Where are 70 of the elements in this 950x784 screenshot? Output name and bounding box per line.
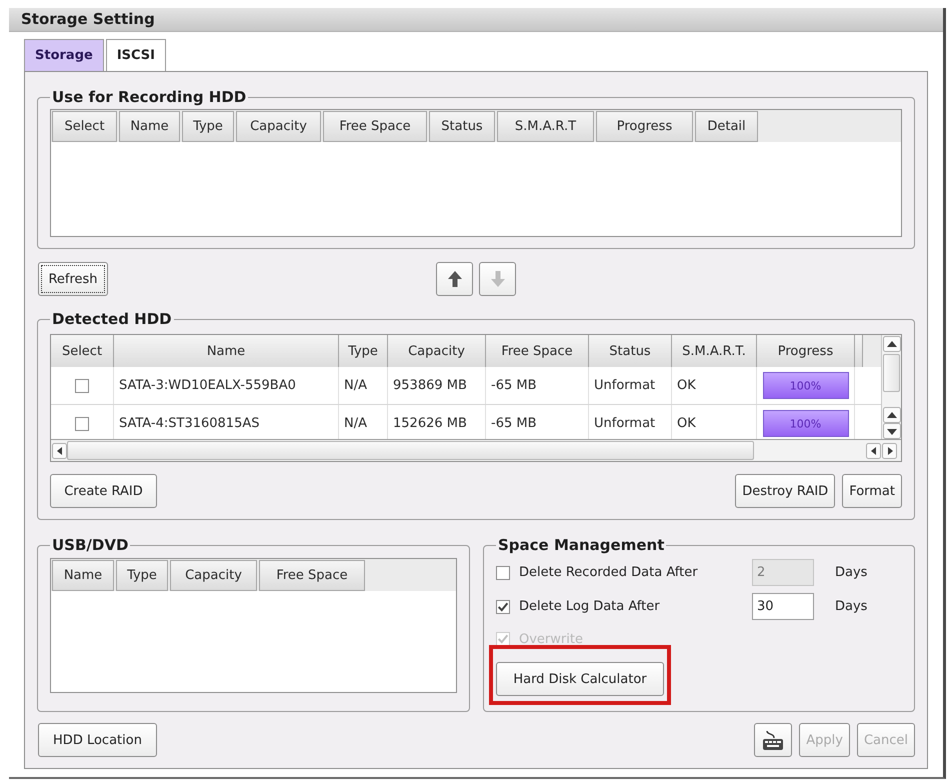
column-header: Status bbox=[429, 111, 495, 142]
tab[interactable]: ISCSI bbox=[106, 39, 166, 71]
table-cell: 953869 MB bbox=[393, 378, 467, 393]
table-cell: Unformat bbox=[594, 416, 656, 431]
column-header: Name bbox=[52, 560, 114, 591]
refresh-button[interactable]: Refresh bbox=[38, 262, 108, 296]
unit-label: Days bbox=[835, 599, 868, 614]
column-header: Free Space bbox=[259, 560, 365, 591]
table-cell: -65 MB bbox=[491, 416, 536, 431]
tab[interactable]: Storage bbox=[24, 39, 104, 71]
group-title: Detected HDD bbox=[51, 311, 173, 328]
group-title: Use for Recording HDD bbox=[51, 89, 248, 106]
unit-label: Days bbox=[835, 565, 868, 580]
raid-button[interactable]: Create RAID bbox=[50, 474, 157, 508]
hdd-location-button[interactable]: HDD Location bbox=[38, 723, 157, 757]
table-cell: Unformat bbox=[594, 378, 656, 393]
column-header: Select bbox=[51, 335, 114, 367]
down-arrow-icon bbox=[490, 270, 506, 288]
keyboard-button[interactable] bbox=[754, 723, 792, 757]
column-header: Name bbox=[119, 111, 180, 142]
table-cell: -65 MB bbox=[491, 378, 536, 393]
column-header: Free Space bbox=[323, 111, 427, 142]
table-cell: OK bbox=[677, 416, 696, 431]
progress-label: 100% bbox=[790, 379, 822, 392]
table-cell: N/A bbox=[344, 378, 367, 393]
table-cell: 152626 MB bbox=[393, 416, 467, 431]
table-cell: OK bbox=[677, 378, 696, 393]
vertical-scrollbar[interactable] bbox=[881, 335, 901, 439]
column-header: Type bbox=[116, 560, 168, 591]
column-header: Capacity bbox=[388, 335, 486, 367]
column-header: S.M.A.R.T bbox=[497, 111, 594, 142]
format-button[interactable]: Format bbox=[842, 474, 902, 508]
checkbox[interactable] bbox=[496, 600, 510, 614]
table-cell: N/A bbox=[344, 416, 367, 431]
option-label: Delete Recorded Data After bbox=[519, 565, 698, 580]
raid-button[interactable]: Destroy RAID bbox=[735, 474, 836, 508]
window-title: Storage Setting bbox=[21, 10, 155, 28]
move-up-button[interactable] bbox=[436, 262, 473, 296]
scrollbar-thumb[interactable] bbox=[67, 441, 754, 460]
column-header bbox=[855, 335, 863, 367]
keyboard-icon bbox=[762, 729, 784, 751]
column-header: Capacity bbox=[170, 560, 257, 591]
checkbox[interactable] bbox=[75, 378, 89, 392]
column-header: S.M.A.R.T. bbox=[672, 335, 757, 367]
group-title: USB/DVD bbox=[51, 537, 130, 554]
option-label: Delete Log Data After bbox=[519, 599, 660, 614]
checkbox[interactable] bbox=[496, 566, 510, 580]
option-label: Overwrite bbox=[519, 632, 583, 646]
horizontal-scrollbar[interactable] bbox=[51, 439, 901, 461]
column-header: Free Space bbox=[486, 335, 589, 367]
checkbox[interactable] bbox=[75, 416, 89, 430]
column-header: Type bbox=[339, 335, 388, 367]
table-cell: SATA-3:WD10EALX-559BA0 bbox=[119, 378, 296, 393]
column-header: Name bbox=[114, 335, 339, 367]
scrollbar-thumb[interactable] bbox=[883, 354, 900, 392]
days-input[interactable]: 30 bbox=[752, 593, 814, 620]
checkmark-icon bbox=[498, 602, 508, 612]
progress-label: 100% bbox=[790, 417, 822, 430]
checkmark-icon bbox=[498, 634, 508, 644]
column-header: Detail bbox=[695, 111, 758, 142]
column-header: Capacity bbox=[236, 111, 321, 142]
table-cell: SATA-4:ST3160815AS bbox=[119, 416, 260, 431]
calculator-button[interactable]: Hard Disk Calculator bbox=[496, 662, 664, 696]
up-arrow-icon bbox=[446, 270, 462, 288]
group-title: Space Management bbox=[497, 537, 666, 554]
column-header: Select bbox=[52, 111, 117, 142]
column-header: Progress bbox=[757, 335, 855, 367]
column-header: Type bbox=[182, 111, 234, 142]
column-header: Status bbox=[589, 335, 672, 367]
column-header: Progress bbox=[596, 111, 693, 142]
